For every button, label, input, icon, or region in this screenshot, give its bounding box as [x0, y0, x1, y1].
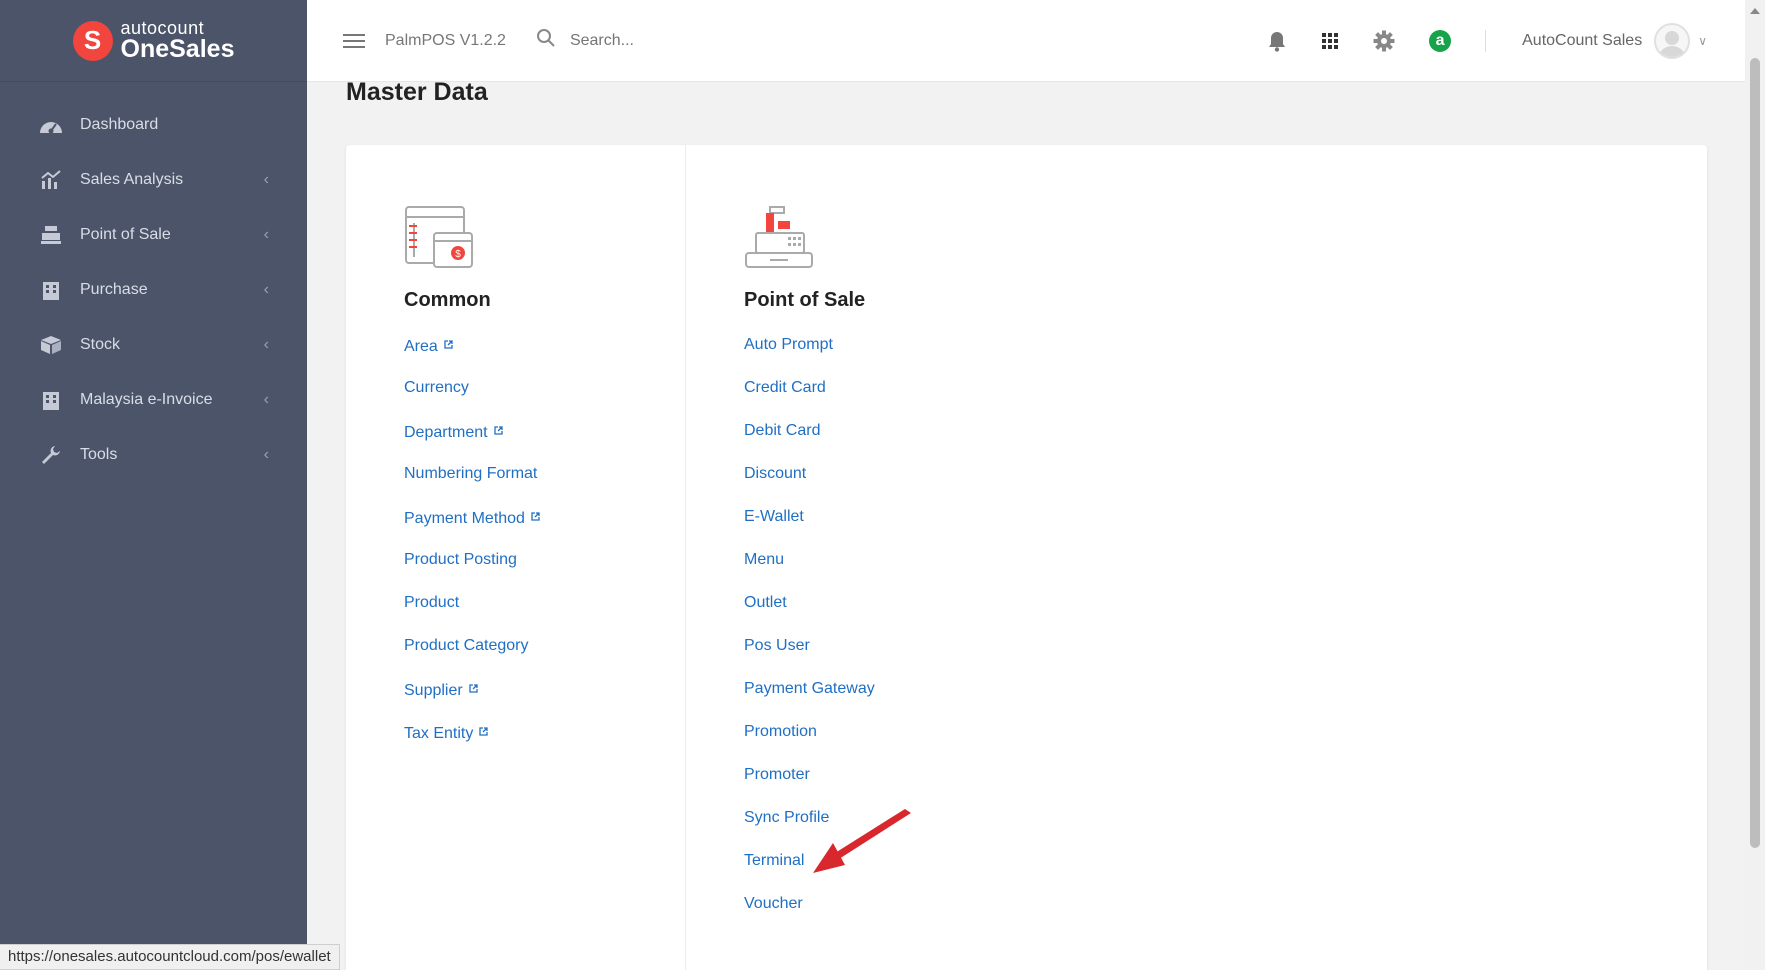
- chart-icon: [38, 169, 64, 191]
- link-discount[interactable]: Discount: [744, 463, 875, 506]
- scrollbar-thumb[interactable]: [1750, 58, 1760, 848]
- link-voucher[interactable]: Voucher: [744, 893, 875, 936]
- red-arrow-annotation-icon: [813, 809, 911, 873]
- sidebar-item-label: Purchase: [80, 280, 148, 298]
- link-label: Department: [404, 424, 488, 441]
- top-header: PalmPOS V1.2.2 a AutoCount Sales ∨: [307, 0, 1745, 82]
- sidebar-item-label: Tools: [80, 445, 118, 463]
- sidebar-item-label: Malaysia e-Invoice: [80, 390, 213, 408]
- master-data-card: $ Common Area Currency Department Number…: [346, 145, 1707, 970]
- link-numbering-format[interactable]: Numbering Format: [404, 463, 540, 506]
- building-icon: [38, 389, 64, 411]
- cash-register-illustration-icon: [744, 205, 814, 269]
- autocount-badge-icon[interactable]: a: [1429, 29, 1452, 52]
- sidebar-item-stock[interactable]: Stock ‹: [0, 317, 307, 372]
- link-area[interactable]: Area: [404, 334, 540, 377]
- sidebar-nav: Dashboard Sales Analysis ‹ Point of Sale…: [0, 97, 307, 482]
- link-label: Payment Method: [404, 510, 525, 527]
- external-link-icon: [469, 678, 478, 700]
- apps-grid-icon[interactable]: [1321, 32, 1339, 50]
- link-label: Area: [404, 338, 438, 355]
- search-icon[interactable]: [536, 28, 556, 53]
- link-product-category[interactable]: Product Category: [404, 635, 540, 678]
- link-currency[interactable]: Currency: [404, 377, 540, 420]
- link-label: Product: [404, 594, 460, 611]
- brand-text: autocount OneSales: [121, 19, 235, 62]
- link-pos-user[interactable]: Pos User: [744, 635, 875, 678]
- link-menu[interactable]: Menu: [744, 549, 875, 592]
- pos-title: Point of Sale: [744, 289, 866, 311]
- common-title: Common: [404, 289, 491, 311]
- brand-bottom-text: OneSales: [120, 35, 235, 63]
- link-payment-gateway[interactable]: Payment Gateway: [744, 678, 875, 721]
- link-outlet[interactable]: Outlet: [744, 592, 875, 635]
- link-payment-method[interactable]: Payment Method: [404, 506, 540, 549]
- sidebar-item-purchase[interactable]: Purchase ‹: [0, 262, 307, 317]
- cash-register-icon: [38, 224, 64, 246]
- external-link-icon: [493, 420, 503, 442]
- link-label: Product Category: [404, 637, 529, 654]
- chevron-down-icon[interactable]: ∨: [1698, 34, 1707, 48]
- avatar[interactable]: [1654, 22, 1691, 59]
- link-credit-card[interactable]: Credit Card: [744, 377, 875, 420]
- building-icon: [38, 279, 64, 301]
- gear-icon[interactable]: [1373, 30, 1395, 52]
- chevron-left-icon: ‹: [263, 445, 269, 463]
- brand-logo-icon: S: [72, 20, 113, 61]
- link-auto-prompt[interactable]: Auto Prompt: [744, 334, 875, 377]
- sidebar-item-malaysia-e-invoice[interactable]: Malaysia e-Invoice ‹: [0, 372, 307, 427]
- search-input[interactable]: [569, 31, 870, 50]
- chevron-left-icon: ‹: [263, 280, 269, 298]
- sidebar: S autocount OneSales Dashboard Sales Ana…: [0, 0, 307, 970]
- external-link-icon: [531, 506, 540, 528]
- link-e-wallet[interactable]: E-Wallet: [744, 506, 875, 549]
- header-actions: a AutoCount Sales ∨: [1233, 22, 1745, 59]
- chevron-left-icon: ‹: [263, 335, 269, 353]
- sidebar-item-label: Dashboard: [80, 115, 159, 133]
- bell-icon[interactable]: [1267, 30, 1287, 52]
- wrench-icon: [38, 444, 64, 466]
- column-divider: [685, 145, 686, 970]
- svg-text:$: $: [455, 249, 461, 260]
- dashboard-icon: [38, 114, 64, 136]
- chevron-left-icon: ‹: [263, 390, 269, 408]
- chevron-left-icon: ‹: [263, 225, 269, 243]
- link-debit-card[interactable]: Debit Card: [744, 420, 875, 463]
- external-link-icon: [479, 721, 489, 743]
- sidebar-item-label: Sales Analysis: [80, 170, 184, 188]
- user-name[interactable]: AutoCount Sales: [1522, 32, 1642, 50]
- brand[interactable]: S autocount OneSales: [0, 0, 307, 82]
- sidebar-item-point-of-sale[interactable]: Point of Sale ‹: [0, 207, 307, 262]
- app-version: PalmPOS V1.2.2: [385, 31, 506, 49]
- chevron-left-icon: ‹: [263, 170, 269, 188]
- sidebar-item-sales-analysis[interactable]: Sales Analysis ‹: [0, 152, 307, 207]
- link-label: Tax Entity: [404, 725, 474, 742]
- common-links: Area Currency Department Numbering Forma…: [404, 334, 540, 764]
- box-icon: [38, 334, 64, 356]
- link-product[interactable]: Product: [404, 592, 540, 635]
- hamburger-menu-icon[interactable]: [343, 33, 365, 48]
- external-link-icon: [444, 334, 453, 356]
- link-label: Currency: [404, 379, 469, 396]
- link-department[interactable]: Department: [404, 420, 540, 463]
- common-illustration-icon: $: [404, 205, 474, 269]
- scroll-up-arrow-icon[interactable]: [1750, 8, 1760, 14]
- vertical-scrollbar[interactable]: [1745, 0, 1765, 970]
- link-label: Numbering Format: [404, 465, 538, 482]
- link-supplier[interactable]: Supplier: [404, 678, 540, 721]
- sidebar-item-tools[interactable]: Tools ‹: [0, 427, 307, 482]
- sidebar-item-label: Stock: [80, 335, 121, 353]
- link-label: Product Posting: [404, 551, 517, 568]
- link-tax-entity[interactable]: Tax Entity: [404, 721, 540, 764]
- sidebar-item-label: Point of Sale: [80, 225, 171, 243]
- status-bar-url: https://onesales.autocountcloud.com/pos/…: [0, 944, 340, 970]
- page-title: Master Data: [346, 78, 488, 106]
- sidebar-item-dashboard[interactable]: Dashboard: [0, 97, 307, 152]
- link-promotion[interactable]: Promotion: [744, 721, 875, 764]
- link-label: Supplier: [404, 682, 463, 699]
- header-divider: [1485, 29, 1487, 52]
- link-product-posting[interactable]: Product Posting: [404, 549, 540, 592]
- link-promoter[interactable]: Promoter: [744, 764, 875, 807]
- common-section: $ Common Area Currency Department Number…: [404, 205, 540, 764]
